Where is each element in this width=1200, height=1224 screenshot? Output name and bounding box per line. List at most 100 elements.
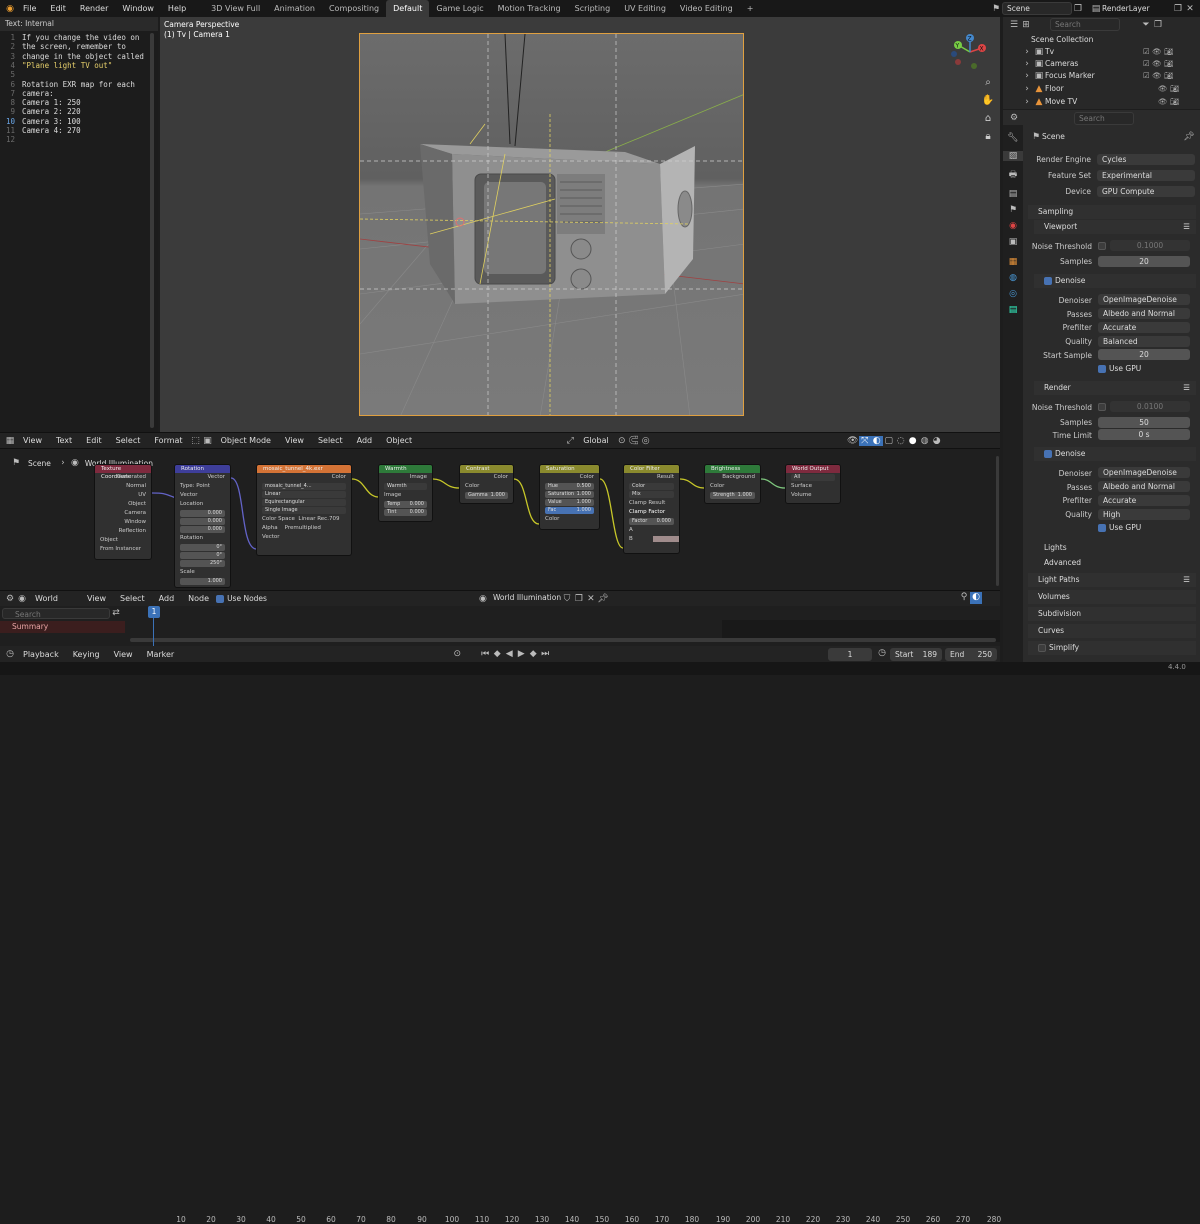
image-file-field[interactable]: mosaic_tunnel_4...	[262, 483, 346, 490]
playhead[interactable]: 1	[148, 606, 160, 618]
filter-type-dropdown[interactable]: Color	[629, 483, 674, 490]
strength-field[interactable]: Strength 1.000	[710, 492, 755, 499]
type-dropdown[interactable]: Point	[196, 483, 210, 489]
r-prefilter-dropdown[interactable]: Accurate	[1098, 495, 1190, 506]
record-icon[interactable]: ⊙	[451, 649, 463, 659]
render-tab-icon[interactable]: ▨	[1003, 151, 1023, 161]
editor-type-icon[interactable]: ◷	[4, 649, 16, 659]
vp-denoise-subpanel-header[interactable]: Denoise	[1034, 274, 1196, 288]
summary-channel[interactable]: Summary	[0, 621, 125, 633]
r-time-limit-field[interactable]: 0 s	[1098, 429, 1190, 440]
node-menu-view[interactable]: View	[80, 594, 113, 603]
node-menu-node[interactable]: Node	[181, 594, 216, 603]
node-texture-coordinate[interactable]: Texture Coordinate Generated Normal UV O…	[94, 464, 152, 560]
visibility-controls[interactable]: ☑ 👁︎ 📷︎	[1143, 58, 1174, 70]
marker-menu[interactable]: Marker	[140, 650, 182, 659]
jump-end-icon[interactable]: ⏭	[539, 649, 551, 659]
temp-field[interactable]: Temp 0.000	[384, 501, 427, 508]
vp-samples-field[interactable]: 20	[1098, 256, 1190, 267]
navigation-gizmo[interactable]: X Y Z	[944, 30, 996, 75]
visibility-controls[interactable]: 👁︎ 📷︎	[1158, 83, 1179, 95]
tab-default[interactable]: Default	[386, 0, 430, 17]
rotation-y[interactable]: 0°	[180, 552, 225, 559]
play-reverse-icon[interactable]: ◀	[503, 649, 515, 659]
overlay-icon[interactable]: ◐	[870, 435, 883, 446]
gizmo-icon[interactable]: ⤧	[858, 435, 871, 446]
snap-toggle[interactable]: ⚲ ◐	[958, 592, 988, 604]
tab-scripting[interactable]: Scripting	[568, 0, 618, 17]
tab-motion-tracking[interactable]: Motion Tracking	[491, 0, 568, 17]
playback-menu[interactable]: Playback	[16, 650, 66, 659]
camera-frame[interactable]	[359, 33, 744, 416]
pin-icon[interactable]: 📌︎	[597, 594, 609, 604]
r-denoise-subpanel-header[interactable]: Denoise	[1034, 447, 1196, 461]
menu-file[interactable]: File	[16, 4, 43, 13]
visibility-controls[interactable]: ☑ 👁︎ 📷︎	[1143, 70, 1174, 82]
source-dropdown[interactable]: Single Image	[262, 507, 346, 514]
tab-game-logic[interactable]: Game Logic	[429, 0, 490, 17]
view-layer-selector[interactable]: ▤ RenderLayer ❐ ✕	[1090, 2, 1200, 15]
outliner-item-focus-marker[interactable]: › ▣ Focus Marker ☑ 👁︎ 📷︎	[1003, 70, 1200, 82]
r-denoiser-dropdown[interactable]: OpenImageDenoise	[1098, 467, 1190, 478]
copy-layer-icon[interactable]: ❐	[1172, 4, 1184, 14]
vp-menu-add[interactable]: Add	[350, 436, 380, 445]
snap-icon[interactable]: 🧲︎	[628, 436, 640, 446]
chevron-right-icon[interactable]: ›	[1021, 46, 1033, 58]
scene-field[interactable]: Scene	[1002, 2, 1072, 15]
data-tab-icon[interactable]: ▤	[1003, 305, 1023, 315]
lights-subpanel-header[interactable]: Lights	[1034, 541, 1196, 555]
color-swatch[interactable]	[652, 535, 679, 542]
node-contrast[interactable]: Contrast Color Color Gamma 1.000	[459, 464, 514, 504]
keying-menu[interactable]: Keying	[66, 650, 107, 659]
tab-video-editing[interactable]: Video Editing	[673, 0, 740, 17]
blender-logo-icon[interactable]: ◉	[4, 4, 16, 14]
volumes-panel-header[interactable]: Volumes	[1028, 590, 1196, 604]
node-environment-texture[interactable]: mosaic_tunnel_4k.exr Color mosaic_tunnel…	[256, 464, 352, 556]
rendered-shading-icon[interactable]: ◕	[931, 436, 943, 446]
location-y[interactable]: 0.000	[180, 518, 225, 525]
vp-noise-threshold-field[interactable]: 0.1000	[1110, 240, 1190, 251]
value-field[interactable]: Value 1.000	[545, 499, 594, 506]
xray-icon[interactable]: ▢	[883, 436, 895, 446]
scene-tab-icon[interactable]: ⚑	[1003, 205, 1023, 215]
sampling-panel-header[interactable]: Sampling	[1028, 205, 1196, 219]
unlink-icon[interactable]: ✕	[585, 594, 597, 604]
menu-render[interactable]: Render	[73, 4, 115, 13]
pivot-icon[interactable]: ⊙	[616, 436, 628, 446]
r-passes-dropdown[interactable]: Albedo and Normal	[1098, 481, 1190, 492]
end-frame-field[interactable]: End 250	[945, 648, 997, 661]
r-noise-threshold-field[interactable]: 0.0100	[1110, 401, 1190, 412]
vp-quality-dropdown[interactable]: Balanced	[1098, 336, 1190, 347]
vp-denoise-checkbox[interactable]	[1044, 277, 1052, 285]
orientation-dropdown[interactable]: Global	[576, 436, 616, 445]
remove-layer-icon[interactable]: ✕	[1184, 4, 1196, 14]
menu-window[interactable]: Window	[115, 4, 161, 13]
menu-help[interactable]: Help	[161, 4, 193, 13]
gamma-field[interactable]: Gamma 1.000	[465, 492, 508, 499]
display-mode-icon[interactable]: ⊞	[1020, 20, 1032, 30]
view-layer-field[interactable]: RenderLayer	[1102, 4, 1172, 13]
physics-tab-icon[interactable]: ◍	[1003, 273, 1023, 283]
node-color-filter[interactable]: Color Filter Result Color Mix Clamp Resu…	[623, 464, 680, 554]
start-frame-field[interactable]: Start 189	[890, 648, 942, 661]
chevron-right-icon[interactable]: ›	[1021, 83, 1033, 95]
outliner-item-cameras[interactable]: › ▣ Cameras ☑ 👁︎ 📷︎	[1003, 58, 1200, 70]
properties-editor-icon[interactable]: ⚙	[1008, 113, 1020, 123]
list-icon[interactable]: ☰	[1183, 573, 1190, 587]
node-world-output[interactable]: World Output All Surface Volume	[785, 464, 841, 504]
editor-type-icon[interactable]: ▦	[4, 436, 16, 446]
new-collection-icon[interactable]: ❐	[1152, 20, 1164, 30]
r-denoise-checkbox[interactable]	[1044, 450, 1052, 458]
visibility-controls[interactable]: ☑ 👁︎ 📷︎	[1143, 46, 1174, 58]
vp-menu-object[interactable]: Object	[379, 436, 419, 445]
clamp-factor-checkbox[interactable]: Clamp Factor	[624, 508, 679, 517]
use-nodes-checkbox[interactable]	[216, 594, 225, 603]
list-icon[interactable]: ☰	[1183, 381, 1190, 395]
interpolation-dropdown[interactable]: Linear	[262, 491, 346, 498]
alpha-value[interactable]: Premultiplied	[285, 525, 321, 531]
tab-uv-editing[interactable]: UV Editing	[617, 0, 673, 17]
text-menu-select[interactable]: Select	[109, 436, 148, 445]
color-space-row[interactable]: Color Space Linear Rec.709	[257, 515, 351, 524]
visibility-controls[interactable]: 👁︎ 📷︎	[1158, 96, 1179, 108]
text-editor-scrollbar[interactable]	[150, 33, 154, 428]
